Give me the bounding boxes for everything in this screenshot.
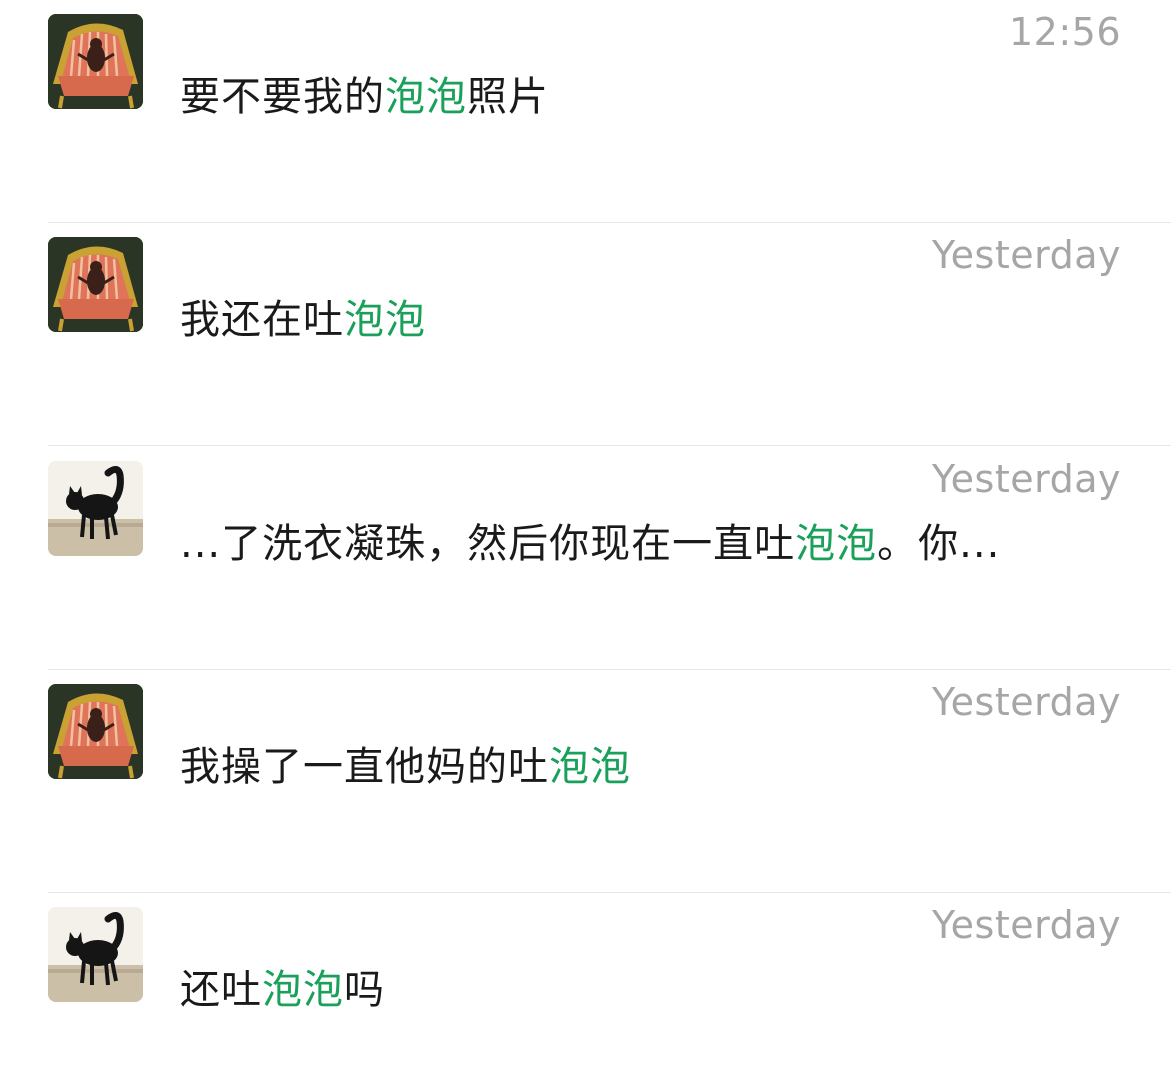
snippet-text: 。你... bbox=[877, 521, 1001, 567]
list-item[interactable]: Yesterday 还吐泡泡吗 bbox=[0, 893, 1171, 1080]
avatar[interactable] bbox=[48, 684, 143, 779]
message-snippet: 要不要我的泡泡照片 bbox=[180, 64, 549, 122]
message-snippet: 还吐泡泡吗 bbox=[180, 957, 385, 1015]
list-item[interactable]: 12:56 要不要我的泡泡照片 bbox=[0, 0, 1171, 223]
black-cat-photo-icon bbox=[48, 461, 143, 556]
avatar[interactable] bbox=[48, 461, 143, 556]
armchair-photo-icon bbox=[48, 237, 143, 332]
keyword-highlight: 泡泡 bbox=[262, 967, 344, 1013]
search-results-list: 12:56 要不要我的泡泡照片 Yesterday 我还在吐泡泡 Yesterd… bbox=[0, 0, 1171, 1080]
snippet-text: 我还在吐 bbox=[180, 297, 344, 343]
snippet-text: 吗 bbox=[344, 967, 385, 1013]
keyword-highlight: 泡泡 bbox=[795, 521, 878, 567]
timestamp: 12:56 bbox=[1008, 10, 1121, 54]
snippet-text: 还吐 bbox=[180, 967, 262, 1013]
armchair-photo-icon bbox=[48, 684, 143, 779]
keyword-highlight: 泡泡 bbox=[549, 744, 631, 790]
message-snippet: ...了洗衣凝珠，然后你现在一直吐泡泡。你... bbox=[180, 511, 1000, 569]
keyword-highlight: 泡泡 bbox=[385, 74, 467, 120]
snippet-text: 要不要我的 bbox=[180, 74, 385, 120]
black-cat-photo-icon bbox=[48, 907, 143, 1002]
timestamp: Yesterday bbox=[932, 233, 1121, 277]
keyword-highlight: 泡泡 bbox=[344, 297, 426, 343]
snippet-text: 照片 bbox=[467, 74, 549, 120]
avatar[interactable] bbox=[48, 237, 143, 332]
armchair-photo-icon bbox=[48, 14, 143, 109]
divider bbox=[48, 445, 1171, 446]
list-item[interactable]: Yesterday 我还在吐泡泡 bbox=[0, 223, 1171, 446]
snippet-text: ...了洗衣凝珠，然后你现在一直吐 bbox=[180, 521, 796, 567]
avatar[interactable] bbox=[48, 907, 143, 1002]
timestamp: Yesterday bbox=[932, 903, 1121, 947]
message-snippet: 我操了一直他妈的吐泡泡 bbox=[180, 734, 631, 792]
avatar[interactable] bbox=[48, 14, 143, 109]
timestamp: Yesterday bbox=[932, 680, 1121, 724]
message-snippet: 我还在吐泡泡 bbox=[180, 287, 426, 345]
snippet-text: 我操了一直他妈的吐 bbox=[180, 744, 549, 790]
list-item[interactable]: Yesterday 我操了一直他妈的吐泡泡 bbox=[0, 670, 1171, 893]
timestamp: Yesterday bbox=[932, 457, 1121, 501]
list-item[interactable]: Yesterday ...了洗衣凝珠，然后你现在一直吐泡泡。你... bbox=[0, 447, 1171, 670]
